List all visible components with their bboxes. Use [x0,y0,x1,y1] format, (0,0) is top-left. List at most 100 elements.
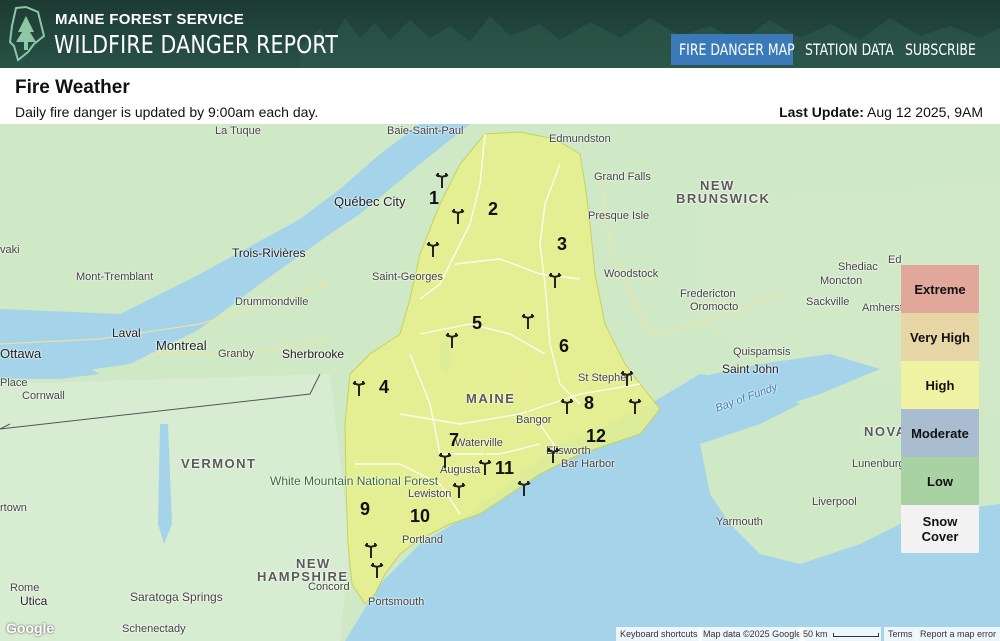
keyboard-shortcuts-link[interactable]: Keyboard shortcuts [616,627,702,641]
legend-high: High [901,361,979,409]
label-edmundston: Edmundston [549,133,611,145]
label-vermont: VERMONT [181,456,257,471]
label-lewiston: Lewiston [408,488,452,500]
weather-station-icon[interactable] [426,241,440,257]
zone-11-label[interactable]: 11 [495,458,514,479]
scale-line [833,632,880,637]
label-baie-saint-paul: Baie-Saint-Paul [387,125,464,137]
last-update-value: Aug 12 2025, 9AM [867,104,983,120]
weather-station-icon[interactable] [364,542,378,558]
label-ed: Ed [888,254,902,266]
map-basemap [0,124,1000,641]
last-update-label: Last Update: [779,104,864,120]
legend-very-high: Very High [901,313,979,361]
fire-danger-map[interactable]: La Tuque Baie-Saint-Paul Edmundston Gran… [0,124,1000,641]
label-rome: Rome [10,582,40,594]
zone-5-label[interactable]: 5 [472,313,482,334]
report-error-link[interactable]: Report a map error [916,627,1000,641]
last-update: Last Update: Aug 12 2025, 9AM [779,104,983,120]
fire-danger-legend: Extreme Very High High Moderate Low Snow… [901,265,979,553]
zone-6-label[interactable]: 6 [559,336,569,357]
zone-12-label[interactable]: 12 [586,426,606,447]
page-title: Fire Weather [15,77,130,98]
page-subtitle: Daily fire danger is updated by 9:00am e… [15,104,319,120]
weather-station-icon[interactable] [560,398,574,414]
zone-7-label[interactable]: 7 [449,430,459,451]
weather-station-icon[interactable] [620,370,634,386]
label-drummondville: Drummondville [235,296,309,308]
label-lunenburg: Lunenburg [852,458,905,470]
weather-station-icon[interactable] [628,398,642,414]
scale-bar[interactable]: 50 km [799,627,881,641]
weather-station-icon[interactable] [445,332,459,348]
map-data-credit: Map data ©2025 Google [699,627,806,641]
label-ottawa: Ottawa [0,346,42,361]
weather-station-icon[interactable] [521,313,535,329]
weather-station-icon[interactable] [548,272,562,288]
maine-logo-icon[interactable] [6,6,46,62]
label-maine: MAINE [466,391,516,406]
label-moncton: Moncton [820,275,863,287]
label-grand-falls: Grand Falls [594,171,651,183]
legend-moderate: Moderate [901,409,979,457]
label-bar-harbor: Bar Harbor [561,458,615,470]
zone-2-label[interactable]: 2 [488,199,498,220]
label-trois-rivieres: Trois-Rivières [232,246,306,260]
label-shediac: Shediac [838,261,878,273]
title-bar: Fire Weather Daily fire danger is update… [0,68,1000,124]
weather-station-icon[interactable] [370,562,384,578]
scale-label: 50 km [803,629,828,639]
label-fredericton: Fredericton [680,288,736,300]
weather-station-icon[interactable] [438,452,452,468]
label-mont-tremblant: Mont-Tremblant [76,271,154,283]
terms-link[interactable]: Terms [884,627,917,641]
label-quispamsis: Quispamsis [733,346,791,358]
nav-station-data-label: STATION DATA [805,40,894,59]
label-place: Place [0,377,28,389]
legend-extreme: Extreme [901,265,979,313]
label-quebec-city: Québec City [334,194,406,209]
label-presque-isle: Presque Isle [588,210,650,222]
weather-station-icon[interactable] [517,480,531,496]
label-concord: Concord [308,581,350,593]
label-sherbrooke: Sherbrooke [282,347,345,361]
label-white-mountain: White Mountain National Forest [270,474,439,488]
label-bangor: Bangor [516,414,552,426]
label-waterville: Waterville [455,437,503,449]
zone-10-label[interactable]: 10 [410,506,430,527]
zone-1-label[interactable]: 1 [429,188,439,209]
label-la-tuque: La Tuque [215,125,261,137]
label-granby: Granby [218,348,255,360]
label-yarmouth: Yarmouth [716,516,763,528]
nav-station-data[interactable]: STATION DATA [805,34,919,65]
label-cornwall: Cornwall [22,390,65,402]
site-header: MAINE FOREST SERVICE WILDFIRE DANGER REP… [0,0,1000,68]
legend-low: Low [901,457,979,505]
label-portsmouth: Portsmouth [368,596,425,608]
label-new-brunswick-2: BRUNSWICK [676,191,771,206]
zone-8-label[interactable]: 8 [584,393,594,414]
report-title[interactable]: WILDFIRE DANGER REPORT [54,30,338,59]
weather-station-icon[interactable] [435,172,449,188]
label-amherst: Amherst [862,302,903,314]
map-attribution: Keyboard shortcuts Map data ©2025 Google… [0,627,1000,641]
label-saint-john: Saint John [722,362,779,376]
label-vaki: vaki [0,244,20,256]
label-laval: Laval [112,326,141,340]
nav-subscribe-label: SUBSCRIBE [905,40,976,59]
nav-subscribe[interactable]: SUBSCRIBE [905,34,996,65]
zone-9-label[interactable]: 9 [360,499,370,520]
weather-station-icon[interactable] [452,482,466,498]
label-montreal: Montreal [156,338,207,353]
zone-4-label[interactable]: 4 [379,377,389,398]
org-name: MAINE FOREST SERVICE [55,11,245,28]
label-saint-georges: Saint-Georges [372,271,443,283]
label-rtown: rtown [0,502,27,514]
label-saratoga: Saratoga Springs [130,590,223,604]
weather-station-icon[interactable] [451,208,465,224]
nav-fire-danger-map[interactable]: FIRE DANGER MAP [671,34,795,65]
zone-3-label[interactable]: 3 [557,234,567,255]
weather-station-icon[interactable] [352,380,366,396]
weather-station-icon[interactable] [478,459,492,475]
weather-station-icon[interactable] [546,447,560,463]
